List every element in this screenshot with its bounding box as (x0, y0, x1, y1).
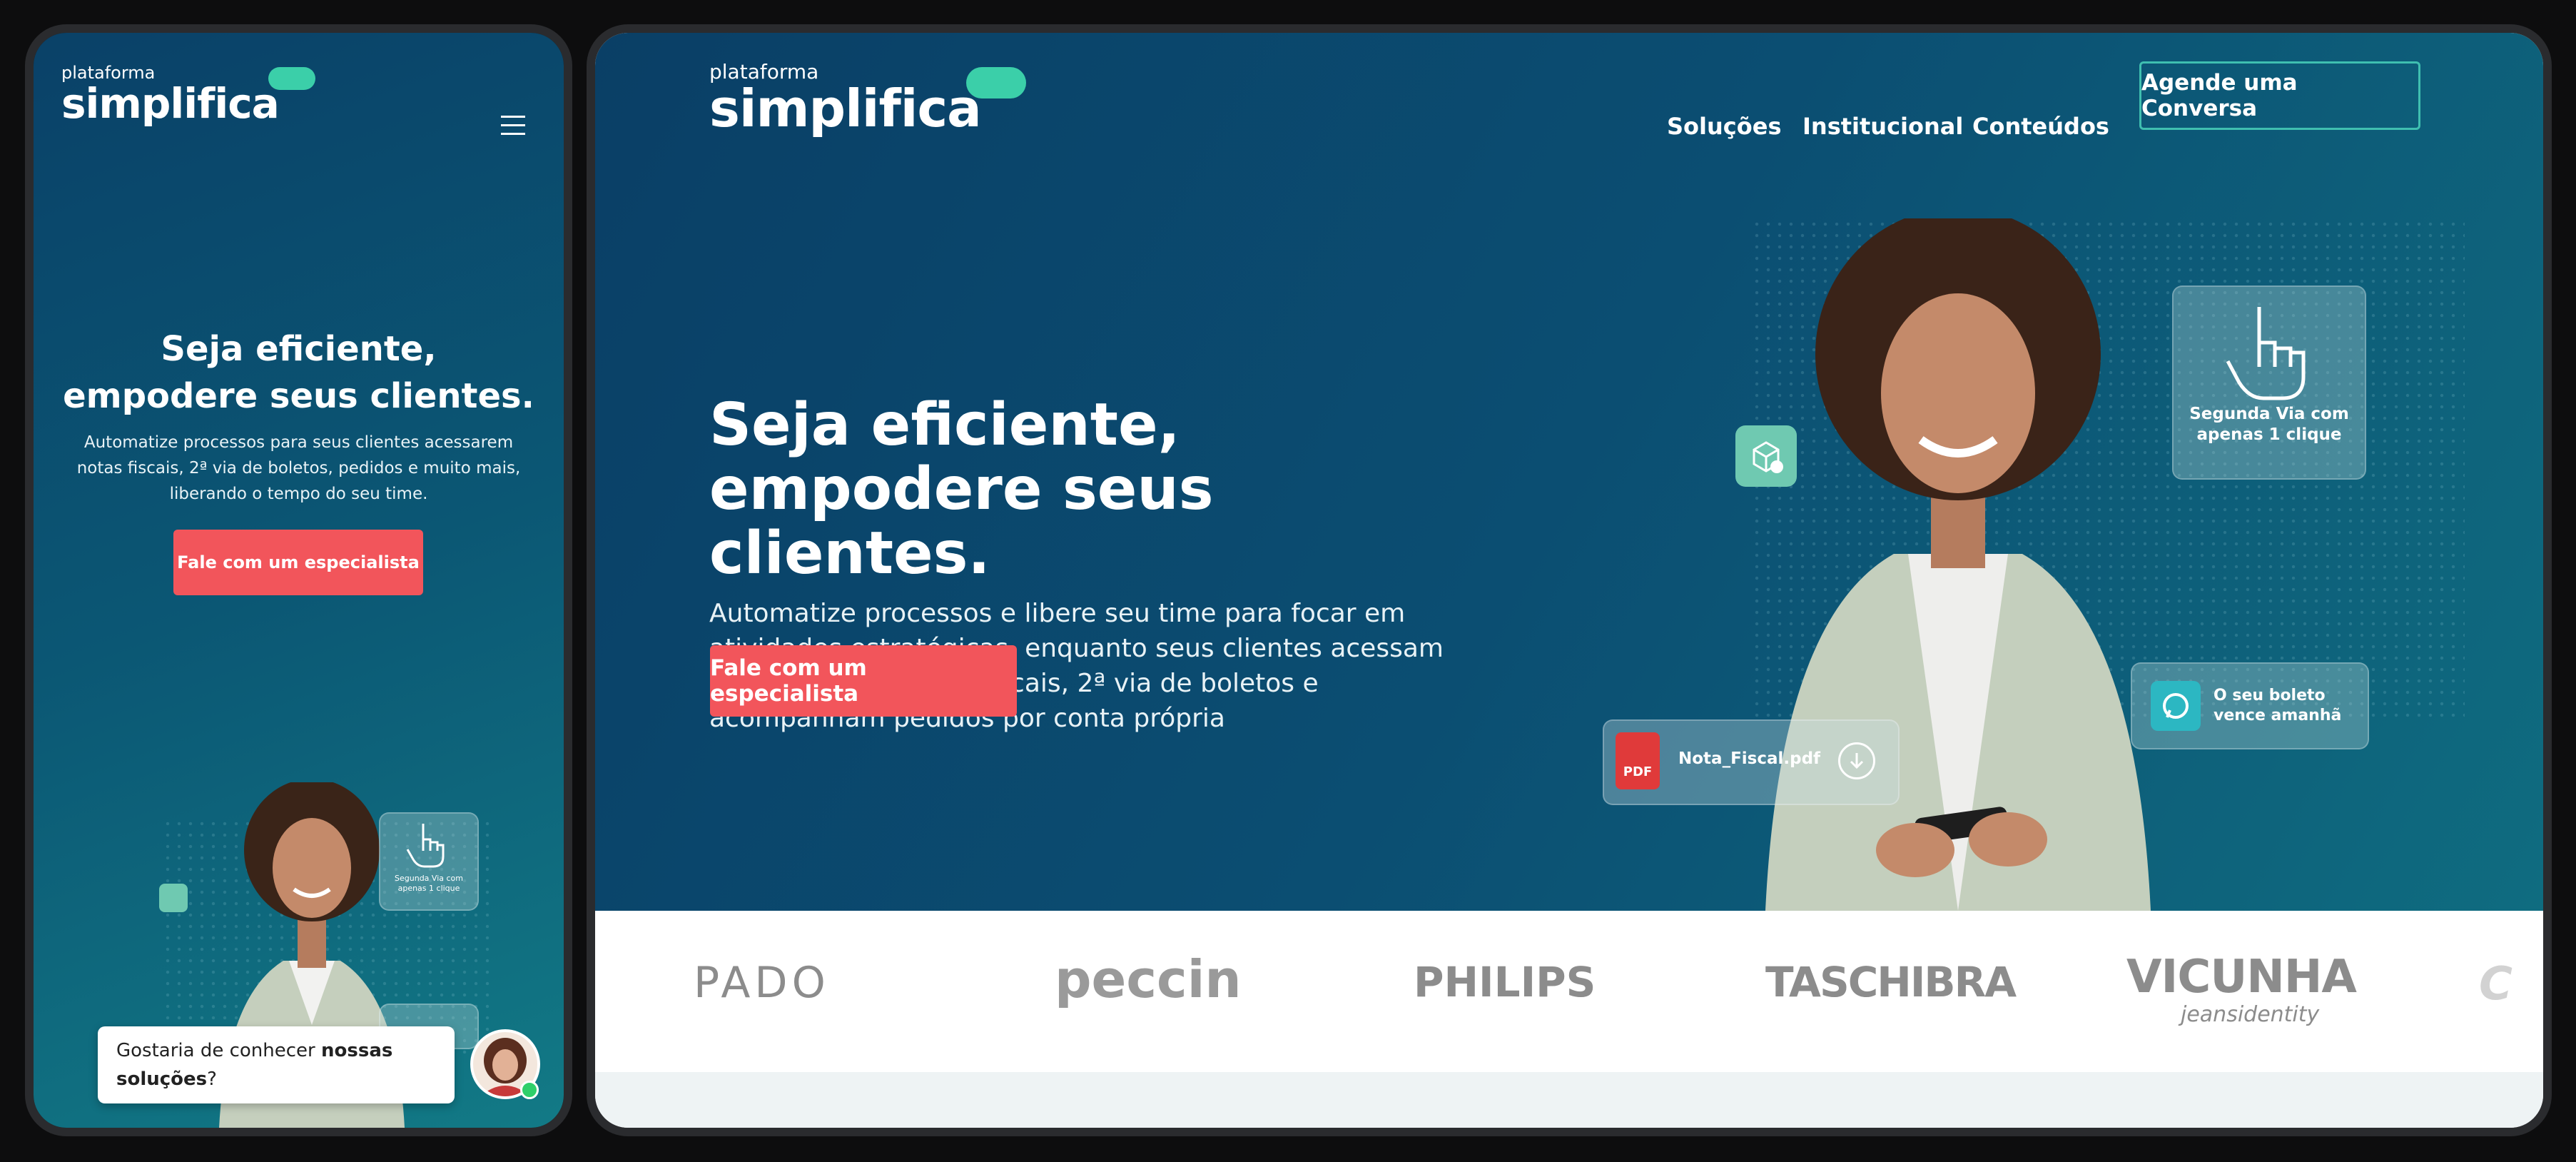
package-check-icon (159, 884, 188, 912)
desktop-hero-photo (1737, 208, 2179, 911)
title-line-2: empodere seus clientes. (709, 455, 1214, 587)
desktop-cta-button[interactable]: Fale com um especialista (710, 645, 1017, 717)
logo-name: simplifica (61, 79, 280, 128)
desktop-hero-title: Seja eficiente, empodere seus clientes. (709, 393, 1508, 586)
nota-fiscal-card[interactable]: PDF Nota_Fiscal.pdf (1603, 719, 1900, 805)
chat-prefix: Gostaria de conhecer (116, 1040, 322, 1061)
mobile-segunda-via-card: Segunda Via com apenas 1 clique (379, 812, 479, 911)
client-logo-taschibra: TASCHIBRA (1765, 958, 2017, 1006)
download-icon[interactable] (1838, 742, 1875, 779)
mobile-segunda-via-text: Segunda Via com apenas 1 clique (395, 874, 463, 893)
client-logo-philips: PHILIPS (1414, 958, 1596, 1006)
pointer-hand-icon (2226, 307, 2306, 400)
chat-suffix: ? (207, 1068, 217, 1090)
nav-institucional[interactable]: Institucional (1802, 113, 1963, 140)
desktop-preview: plataforma simplifica Soluções Instituci… (595, 33, 2543, 1128)
client-logo-partial: C (2479, 958, 2512, 1011)
title-line-2: empodere seus clientes. (63, 376, 534, 416)
segunda-via-card: Segunda Via com apenas 1 clique (2172, 286, 2366, 480)
online-status-dot (520, 1081, 539, 1099)
desktop-hero: plataforma simplifica Soluções Instituci… (595, 33, 2543, 911)
mobile-hero-text: Automatize processos para seus clientes … (76, 433, 521, 503)
package-check-icon (1735, 425, 1797, 487)
mobile-hero: Seja eficiente, empodere seus clientes. … (34, 325, 564, 507)
nav-conteudos[interactable]: Conteúdos (1972, 113, 2109, 140)
agende-conversa-button[interactable]: Agende uma Conversa (2139, 61, 2420, 130)
logo-name: simplifica (709, 79, 982, 138)
logo-plus-icon (966, 67, 1026, 98)
mobile-preview: plataforma simplifica Seja eficiente, em… (34, 33, 564, 1128)
client-logo-jeansidentity: jeansidentity (2181, 1002, 2320, 1027)
title-line-1: Seja eficiente, (161, 329, 437, 369)
boleto-text: O seu boleto vence amanhã (2214, 687, 2342, 724)
client-logo-peccin: peccin (1055, 949, 1242, 1009)
logo-plus-icon (268, 67, 315, 90)
next-section-band (595, 1072, 2543, 1128)
segunda-via-text: Segunda Via com apenas 1 clique (2189, 405, 2349, 444)
boleto-reminder-card: O seu boleto vence amanhã (2131, 662, 2369, 749)
nav-solucoes[interactable]: Soluções (1667, 113, 1781, 140)
desktop-logo[interactable]: plataforma simplifica (709, 60, 1026, 138)
whatsapp-icon (2151, 681, 2201, 731)
mobile-cta-button[interactable]: Fale com um especialista (173, 530, 423, 595)
client-logos-strip: PADO peccin PHILIPS TASCHIBRA VICUNHA je… (595, 911, 2543, 1072)
file-name: Nota_Fiscal.pdf (1678, 749, 1821, 768)
mobile-logo[interactable]: plataforma simplifica (61, 63, 315, 128)
mobile-hero-title: Seja eficiente, empodere seus clientes. (34, 325, 564, 420)
chat-bubble[interactable]: Gostaria de conhecer nossas soluções? (98, 1026, 455, 1103)
pointer-hand-icon (406, 824, 445, 868)
client-logo-vicunha: VICUNHA (2126, 951, 2357, 1004)
pdf-badge: PDF (1623, 764, 1653, 779)
hamburger-menu-icon[interactable] (501, 116, 525, 137)
title-line-1: Seja eficiente, (709, 391, 1180, 459)
pdf-file-icon: PDF (1616, 732, 1660, 789)
client-logo-pado: PADO (694, 958, 830, 1008)
